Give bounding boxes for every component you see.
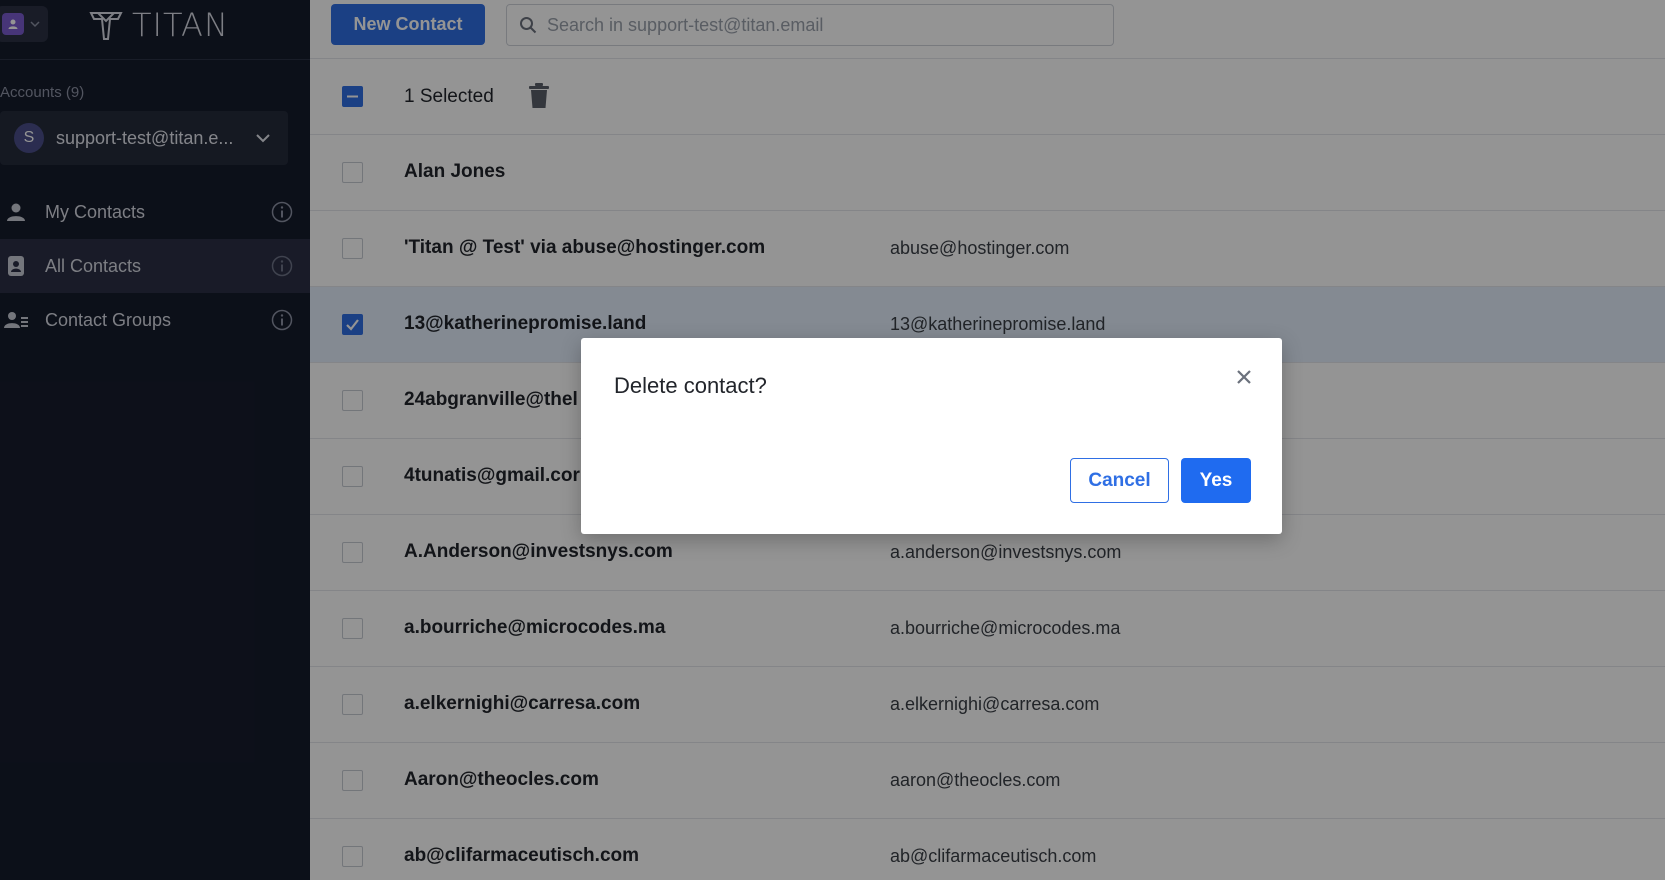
dialog-title: Delete contact?: [614, 373, 767, 398]
cancel-button[interactable]: Cancel: [1070, 458, 1169, 503]
delete-contact-dialog: Delete contact? Cancel Yes: [581, 338, 1282, 534]
yes-button[interactable]: Yes: [1181, 458, 1251, 503]
modal-overlay[interactable]: Delete contact? Cancel Yes: [0, 0, 1665, 880]
close-icon[interactable]: [1233, 366, 1255, 388]
